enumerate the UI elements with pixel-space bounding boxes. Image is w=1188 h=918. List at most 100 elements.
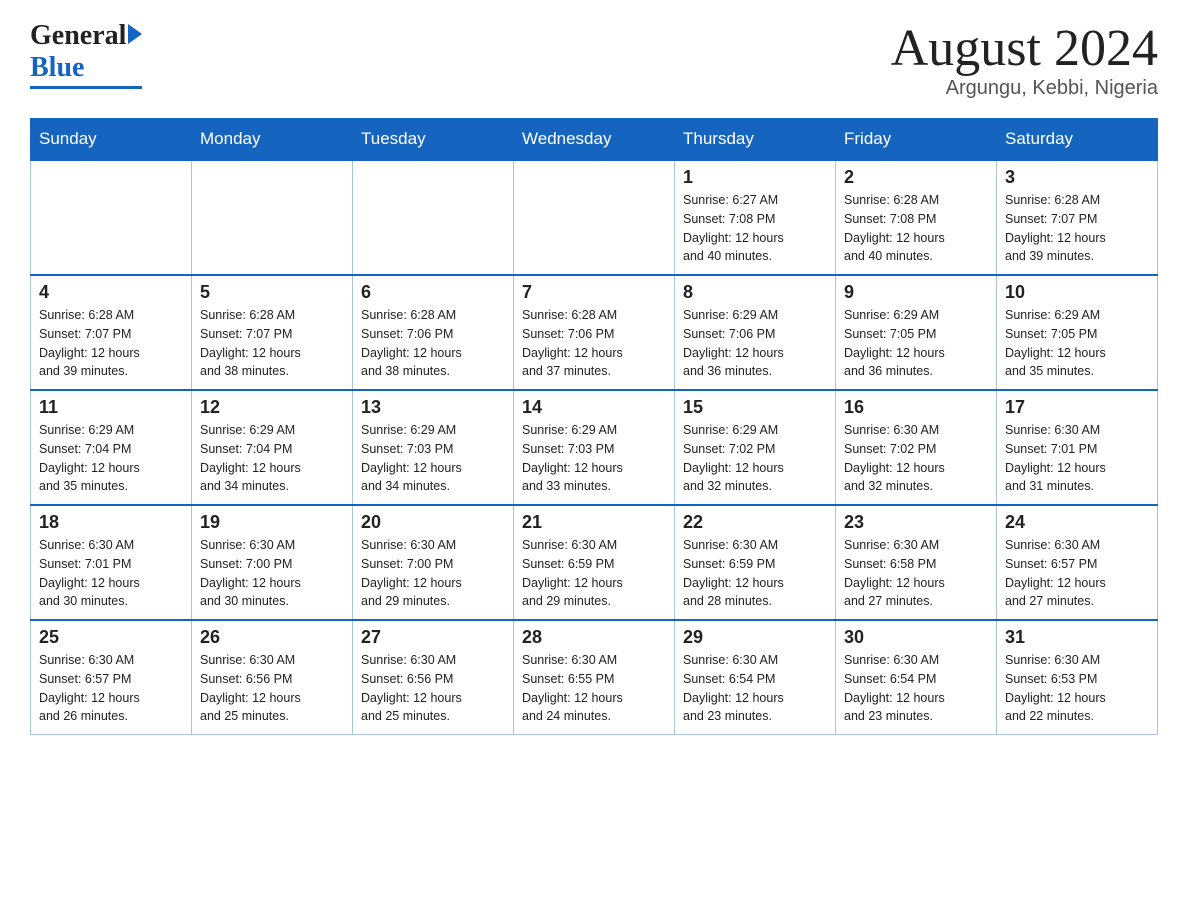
calendar-title: August 2024 <box>891 20 1158 77</box>
logo-general: General <box>30 20 126 52</box>
day-number: 18 <box>39 512 183 533</box>
logo-blue: Blue <box>30 52 84 83</box>
day-info: Sunrise: 6:30 AMSunset: 6:55 PMDaylight:… <box>522 651 666 726</box>
logo: General Blue <box>30 20 142 89</box>
day-number: 2 <box>844 167 988 188</box>
day-info: Sunrise: 6:30 AMSunset: 7:00 PMDaylight:… <box>361 536 505 611</box>
day-number: 13 <box>361 397 505 418</box>
calendar-cell: 25Sunrise: 6:30 AMSunset: 6:57 PMDayligh… <box>31 620 192 735</box>
day-info: Sunrise: 6:30 AMSunset: 6:59 PMDaylight:… <box>522 536 666 611</box>
day-number: 5 <box>200 282 344 303</box>
calendar-cell: 18 Sunrise: 6:30 AMSunset: 7:01 PMDayligh… <box>31 505 192 620</box>
calendar-cell: 8Sunrise: 6:29 AMSunset: 7:06 PMDaylight… <box>675 275 836 390</box>
day-info: Sunrise: 6:28 AMSunset: 7:06 PMDaylight:… <box>522 306 666 381</box>
calendar-cell: 10 Sunrise: 6:29 AMSunset: 7:05 PMDayligh… <box>997 275 1158 390</box>
calendar-cell: 1 Sunrise: 6:27 AMSunset: 7:08 PMDaylight… <box>675 160 836 275</box>
day-info: Sunrise: 6:30 AMSunset: 6:54 PMDaylight:… <box>683 651 827 726</box>
day-number: 17 <box>1005 397 1149 418</box>
calendar-cell <box>192 160 353 275</box>
day-info: Sunrise: 6:29 AMSunset: 7:04 PMDaylight:… <box>200 421 344 496</box>
day-number: 8 <box>683 282 827 303</box>
day-info: Sunrise: 6:30 AMSunset: 6:53 PMDaylight:… <box>1005 651 1149 726</box>
day-number: 7 <box>522 282 666 303</box>
day-info: Sunrise: 6:28 AMSunset: 7:06 PMDaylight:… <box>361 306 505 381</box>
day-number: 20 <box>361 512 505 533</box>
day-info: Sunrise: 6:30 AMSunset: 6:57 PMDaylight:… <box>1005 536 1149 611</box>
day-number: 12 <box>200 397 344 418</box>
day-number: 1 <box>683 167 827 188</box>
calendar-cell: 27 Sunrise: 6:30 AMSunset: 6:56 PMDayligh… <box>353 620 514 735</box>
day-number: 14 <box>522 397 666 418</box>
day-info: Sunrise: 6:30 AMSunset: 6:54 PMDaylight:… <box>844 651 988 726</box>
day-info: Sunrise: 6:30 AMSunset: 7:01 PMDaylight:… <box>39 536 183 611</box>
day-info: Sunrise: 6:29 AMSunset: 7:04 PMDaylight:… <box>39 421 183 496</box>
calendar-cell: 12 Sunrise: 6:29 AMSunset: 7:04 PMDayligh… <box>192 390 353 505</box>
calendar-cell: 23Sunrise: 6:30 AMSunset: 6:58 PMDayligh… <box>836 505 997 620</box>
day-info: Sunrise: 6:30 AMSunset: 6:56 PMDaylight:… <box>200 651 344 726</box>
calendar-cell: 4Sunrise: 6:28 AMSunset: 7:07 PMDaylight… <box>31 275 192 390</box>
calendar-cell: 14 Sunrise: 6:29 AMSunset: 7:03 PMDayligh… <box>514 390 675 505</box>
weekday-header-row: SundayMondayTuesdayWednesdayThursdayFrid… <box>31 119 1158 161</box>
day-number: 3 <box>1005 167 1149 188</box>
calendar-cell: 19 Sunrise: 6:30 AMSunset: 7:00 PMDayligh… <box>192 505 353 620</box>
day-info: Sunrise: 6:29 AMSunset: 7:03 PMDaylight:… <box>361 421 505 496</box>
calendar-cell: 30Sunrise: 6:30 AMSunset: 6:54 PMDayligh… <box>836 620 997 735</box>
calendar-subtitle: Argungu, Kebbi, Nigeria <box>891 77 1158 100</box>
day-info: Sunrise: 6:29 AMSunset: 7:05 PMDaylight:… <box>844 306 988 381</box>
day-number: 22 <box>683 512 827 533</box>
calendar-cell: 29Sunrise: 6:30 AMSunset: 6:54 PMDayligh… <box>675 620 836 735</box>
weekday-header-friday: Friday <box>836 119 997 161</box>
day-info: Sunrise: 6:29 AMSunset: 7:03 PMDaylight:… <box>522 421 666 496</box>
calendar-cell <box>514 160 675 275</box>
calendar-cell: 17 Sunrise: 6:30 AMSunset: 7:01 PMDayligh… <box>997 390 1158 505</box>
calendar-cell: 7 Sunrise: 6:28 AMSunset: 7:06 PMDaylight… <box>514 275 675 390</box>
day-number: 21 <box>522 512 666 533</box>
day-number: 10 <box>1005 282 1149 303</box>
day-number: 6 <box>361 282 505 303</box>
logo-underline <box>30 86 142 89</box>
calendar-cell: 22Sunrise: 6:30 AMSunset: 6:59 PMDayligh… <box>675 505 836 620</box>
day-number: 15 <box>683 397 827 418</box>
calendar-cell: 5 Sunrise: 6:28 AMSunset: 7:07 PMDaylight… <box>192 275 353 390</box>
day-info: Sunrise: 6:28 AMSunset: 7:07 PMDaylight:… <box>200 306 344 381</box>
day-number: 25 <box>39 627 183 648</box>
day-number: 28 <box>522 627 666 648</box>
day-number: 16 <box>844 397 988 418</box>
day-info: Sunrise: 6:30 AMSunset: 7:00 PMDaylight:… <box>200 536 344 611</box>
day-info: Sunrise: 6:28 AMSunset: 7:08 PMDaylight:… <box>844 191 988 266</box>
calendar-week-5: 25Sunrise: 6:30 AMSunset: 6:57 PMDayligh… <box>31 620 1158 735</box>
calendar-week-1: 1 Sunrise: 6:27 AMSunset: 7:08 PMDaylight… <box>31 160 1158 275</box>
calendar-cell: 16Sunrise: 6:30 AMSunset: 7:02 PMDayligh… <box>836 390 997 505</box>
day-number: 19 <box>200 512 344 533</box>
day-info: Sunrise: 6:30 AMSunset: 6:58 PMDaylight:… <box>844 536 988 611</box>
day-number: 27 <box>361 627 505 648</box>
day-info: Sunrise: 6:28 AMSunset: 7:07 PMDaylight:… <box>1005 191 1149 266</box>
calendar-cell: 11 Sunrise: 6:29 AMSunset: 7:04 PMDayligh… <box>31 390 192 505</box>
calendar-week-4: 18 Sunrise: 6:30 AMSunset: 7:01 PMDayligh… <box>31 505 1158 620</box>
calendar-cell: 24 Sunrise: 6:30 AMSunset: 6:57 PMDayligh… <box>997 505 1158 620</box>
title-block: August 2024 Argungu, Kebbi, Nigeria <box>891 20 1158 100</box>
weekday-header-saturday: Saturday <box>997 119 1158 161</box>
logo-arrow-icon <box>128 24 142 44</box>
weekday-header-monday: Monday <box>192 119 353 161</box>
day-number: 4 <box>39 282 183 303</box>
calendar-week-3: 11 Sunrise: 6:29 AMSunset: 7:04 PMDayligh… <box>31 390 1158 505</box>
day-info: Sunrise: 6:29 AMSunset: 7:05 PMDaylight:… <box>1005 306 1149 381</box>
weekday-header-wednesday: Wednesday <box>514 119 675 161</box>
day-info: Sunrise: 6:27 AMSunset: 7:08 PMDaylight:… <box>683 191 827 266</box>
day-number: 26 <box>200 627 344 648</box>
calendar-cell <box>31 160 192 275</box>
day-info: Sunrise: 6:30 AMSunset: 7:01 PMDaylight:… <box>1005 421 1149 496</box>
calendar-cell <box>353 160 514 275</box>
calendar-cell: 28 Sunrise: 6:30 AMSunset: 6:55 PMDayligh… <box>514 620 675 735</box>
calendar-cell: 21 Sunrise: 6:30 AMSunset: 6:59 PMDayligh… <box>514 505 675 620</box>
day-number: 24 <box>1005 512 1149 533</box>
calendar-cell: 2 Sunrise: 6:28 AMSunset: 7:08 PMDaylight… <box>836 160 997 275</box>
day-number: 11 <box>39 397 183 418</box>
calendar-table: SundayMondayTuesdayWednesdayThursdayFrid… <box>30 118 1158 735</box>
calendar-cell: 9Sunrise: 6:29 AMSunset: 7:05 PMDaylight… <box>836 275 997 390</box>
weekday-header-sunday: Sunday <box>31 119 192 161</box>
calendar-week-2: 4 Sunrise: 6:28 AMSunset: 7:07 PMDaylight… <box>31 275 1158 390</box>
day-info: Sunrise: 6:30 AMSunset: 6:56 PMDaylight:… <box>361 651 505 726</box>
page-header: General Blue August 2024 Argungu, Kebbi,… <box>30 20 1158 100</box>
